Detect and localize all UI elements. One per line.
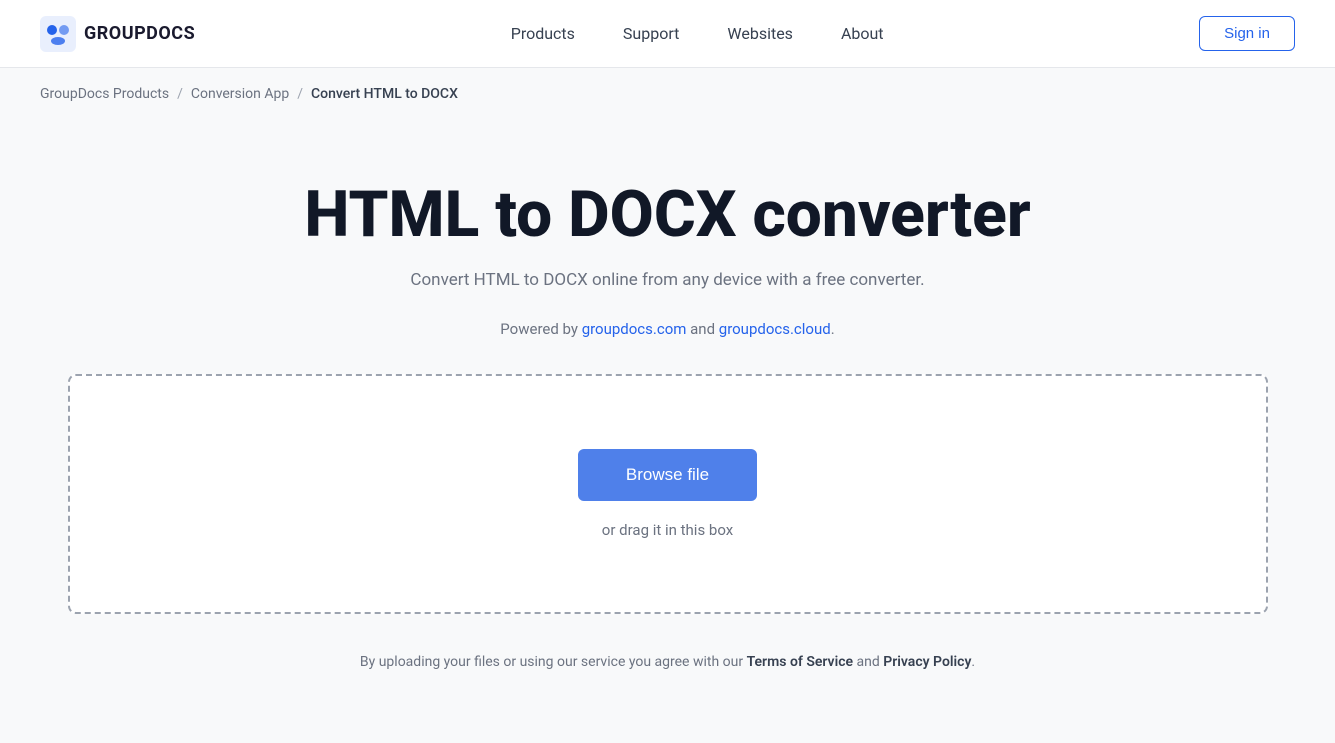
powered-by-text: Powered by groupdocs.com and groupdocs.c… xyxy=(500,320,834,338)
powered-by-suffix: . xyxy=(831,320,835,338)
drag-drop-text: or drag it in this box xyxy=(602,521,733,539)
breadcrumb-separator-2: / xyxy=(297,86,303,102)
powered-by-and: and xyxy=(686,320,718,338)
breadcrumb-current: Convert HTML to DOCX xyxy=(311,86,458,102)
terms-of-service-link[interactable]: Terms of Service xyxy=(747,654,853,670)
nav-about[interactable]: About xyxy=(841,16,884,51)
brand-logo-text: GROUPDOCS xyxy=(84,23,195,44)
nav-support[interactable]: Support xyxy=(623,16,679,51)
powered-by-link1[interactable]: groupdocs.com xyxy=(582,320,687,338)
main-content: HTML to DOCX converter Convert HTML to D… xyxy=(0,120,1335,710)
powered-by-prefix: Powered by xyxy=(500,320,581,338)
privacy-policy-link[interactable]: Privacy Policy xyxy=(883,654,971,670)
breadcrumb-conversion-app[interactable]: Conversion App xyxy=(191,86,289,102)
breadcrumb-groupdocs-products[interactable]: GroupDocs Products xyxy=(40,86,169,102)
footer-text-suffix: . xyxy=(971,654,975,670)
navbar: GROUPDOCS Products Support Websites Abou… xyxy=(0,0,1335,68)
signin-button[interactable]: Sign in xyxy=(1199,16,1295,51)
powered-by-link2[interactable]: groupdocs.cloud xyxy=(719,320,831,338)
navbar-actions: Sign in xyxy=(1199,16,1295,51)
upload-dropzone[interactable]: Browse file or drag it in this box xyxy=(68,374,1268,614)
nav-products[interactable]: Products xyxy=(511,16,575,51)
breadcrumb: GroupDocs Products / Conversion App / Co… xyxy=(0,68,1335,120)
footer-and: and xyxy=(853,654,883,670)
footer-legal-text: By uploading your files or using our ser… xyxy=(360,654,975,670)
navbar-links: Products Support Websites About xyxy=(511,16,884,51)
nav-websites[interactable]: Websites xyxy=(727,16,793,51)
page-title: HTML to DOCX converter xyxy=(304,180,1030,250)
groupdocs-logo-icon xyxy=(40,16,76,52)
page-subtitle: Convert HTML to DOCX online from any dev… xyxy=(410,270,924,290)
footer-text-prefix: By uploading your files or using our ser… xyxy=(360,654,747,670)
navbar-brand: GROUPDOCS xyxy=(40,16,195,52)
breadcrumb-separator-1: / xyxy=(177,86,183,102)
browse-file-button[interactable]: Browse file xyxy=(578,449,757,501)
